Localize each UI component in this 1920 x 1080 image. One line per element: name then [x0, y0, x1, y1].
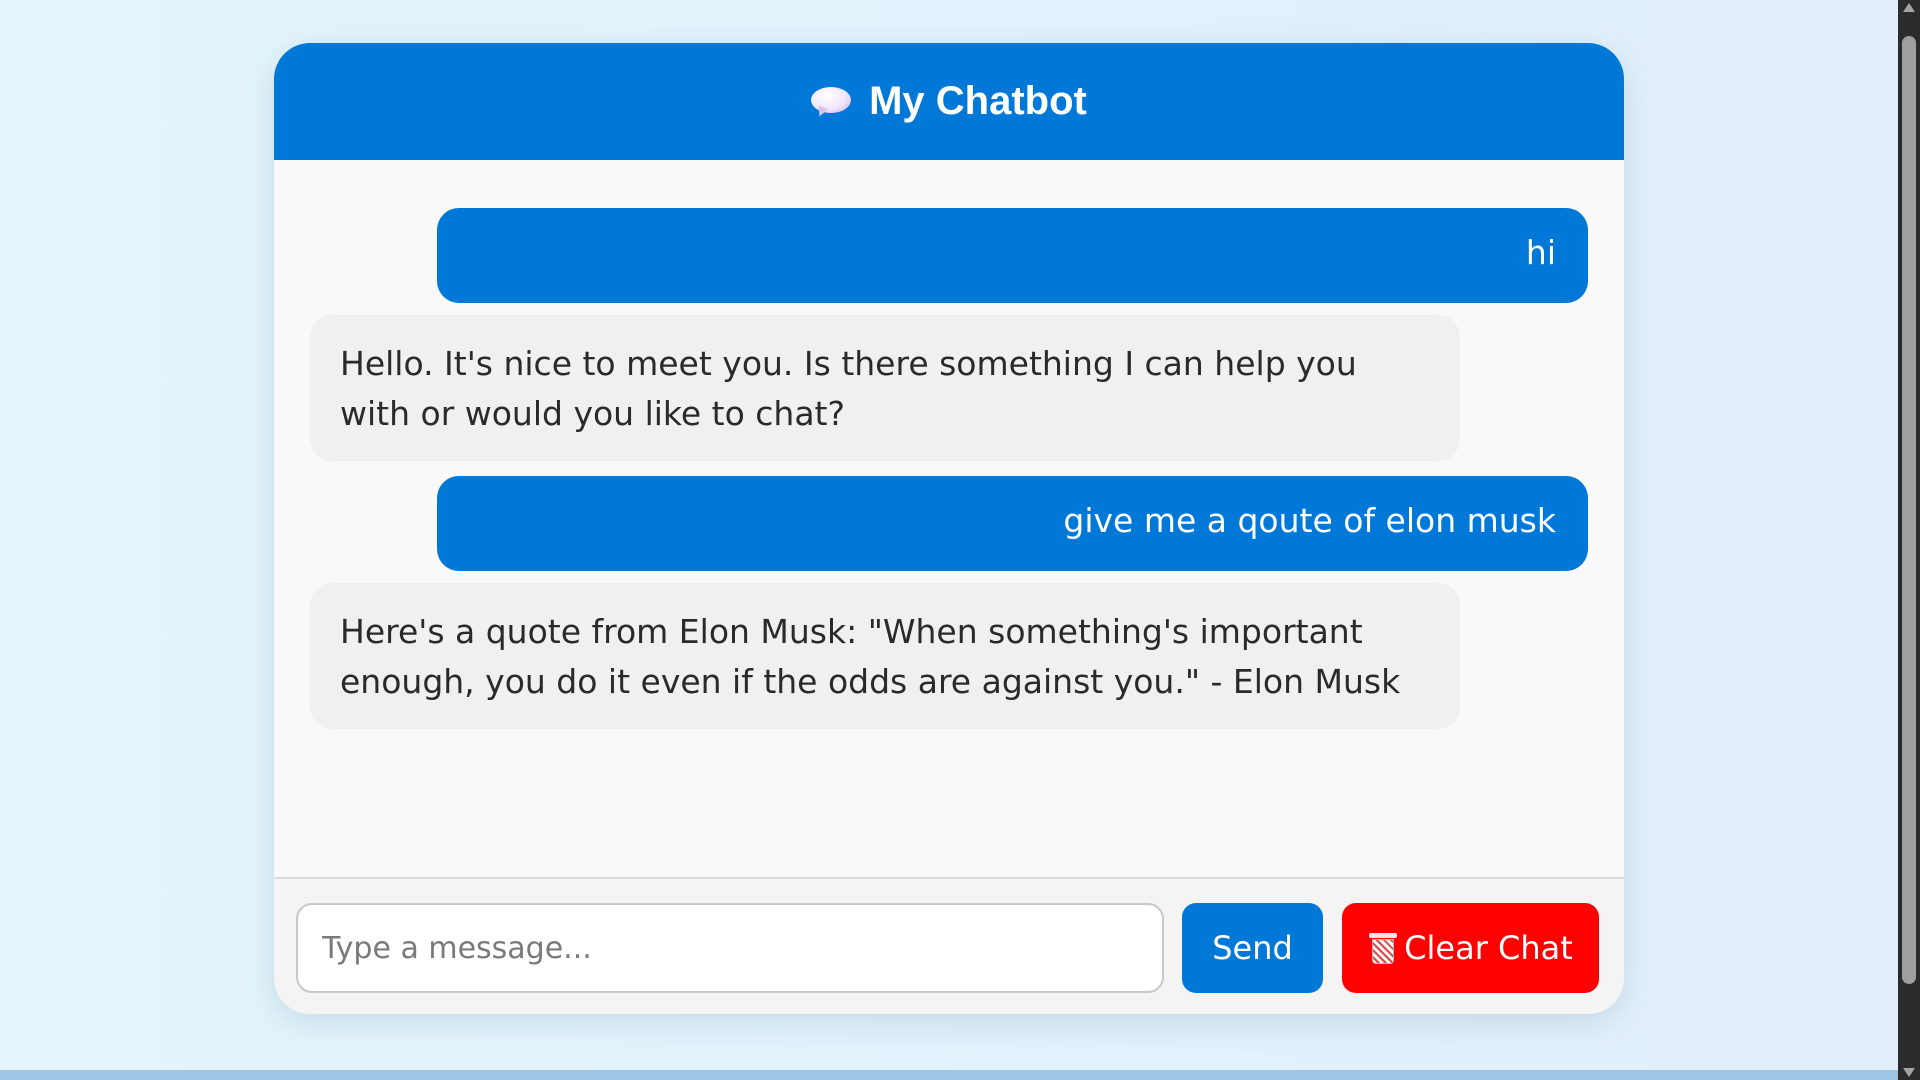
user-message: give me a qoute of elon musk [437, 476, 1588, 571]
scroll-down-arrow-icon[interactable] [1903, 1068, 1915, 1077]
chat-title: My Chatbot [869, 79, 1087, 123]
chat-container: My Chatbot hi Hello. It's nice to meet y… [274, 43, 1624, 1014]
header-title-group: My Chatbot [811, 79, 1087, 124]
clear-chat-label: Clear Chat [1404, 929, 1573, 967]
bottom-edge-strip [0, 1070, 1898, 1080]
trash-icon [1368, 931, 1398, 965]
scroll-up-arrow-icon[interactable] [1903, 3, 1915, 12]
bot-message: Here's a quote from Elon Musk: "When som… [310, 583, 1460, 729]
speech-bubble-icon [811, 85, 852, 119]
user-message: hi [437, 208, 1588, 303]
page-viewport: My Chatbot hi Hello. It's nice to meet y… [0, 0, 1898, 1070]
input-bar: Send Clear Chat [274, 877, 1624, 1014]
message-list: hi Hello. It's nice to meet you. Is ther… [274, 160, 1624, 920]
chat-header: My Chatbot [274, 43, 1624, 160]
bot-message: Hello. It's nice to meet you. Is there s… [310, 315, 1460, 461]
page-scrollbar[interactable] [1898, 0, 1920, 1080]
message-input[interactable] [296, 903, 1164, 993]
clear-chat-button[interactable]: Clear Chat [1342, 903, 1599, 993]
send-button[interactable]: Send [1182, 903, 1323, 993]
scrollbar-thumb[interactable] [1902, 36, 1916, 984]
